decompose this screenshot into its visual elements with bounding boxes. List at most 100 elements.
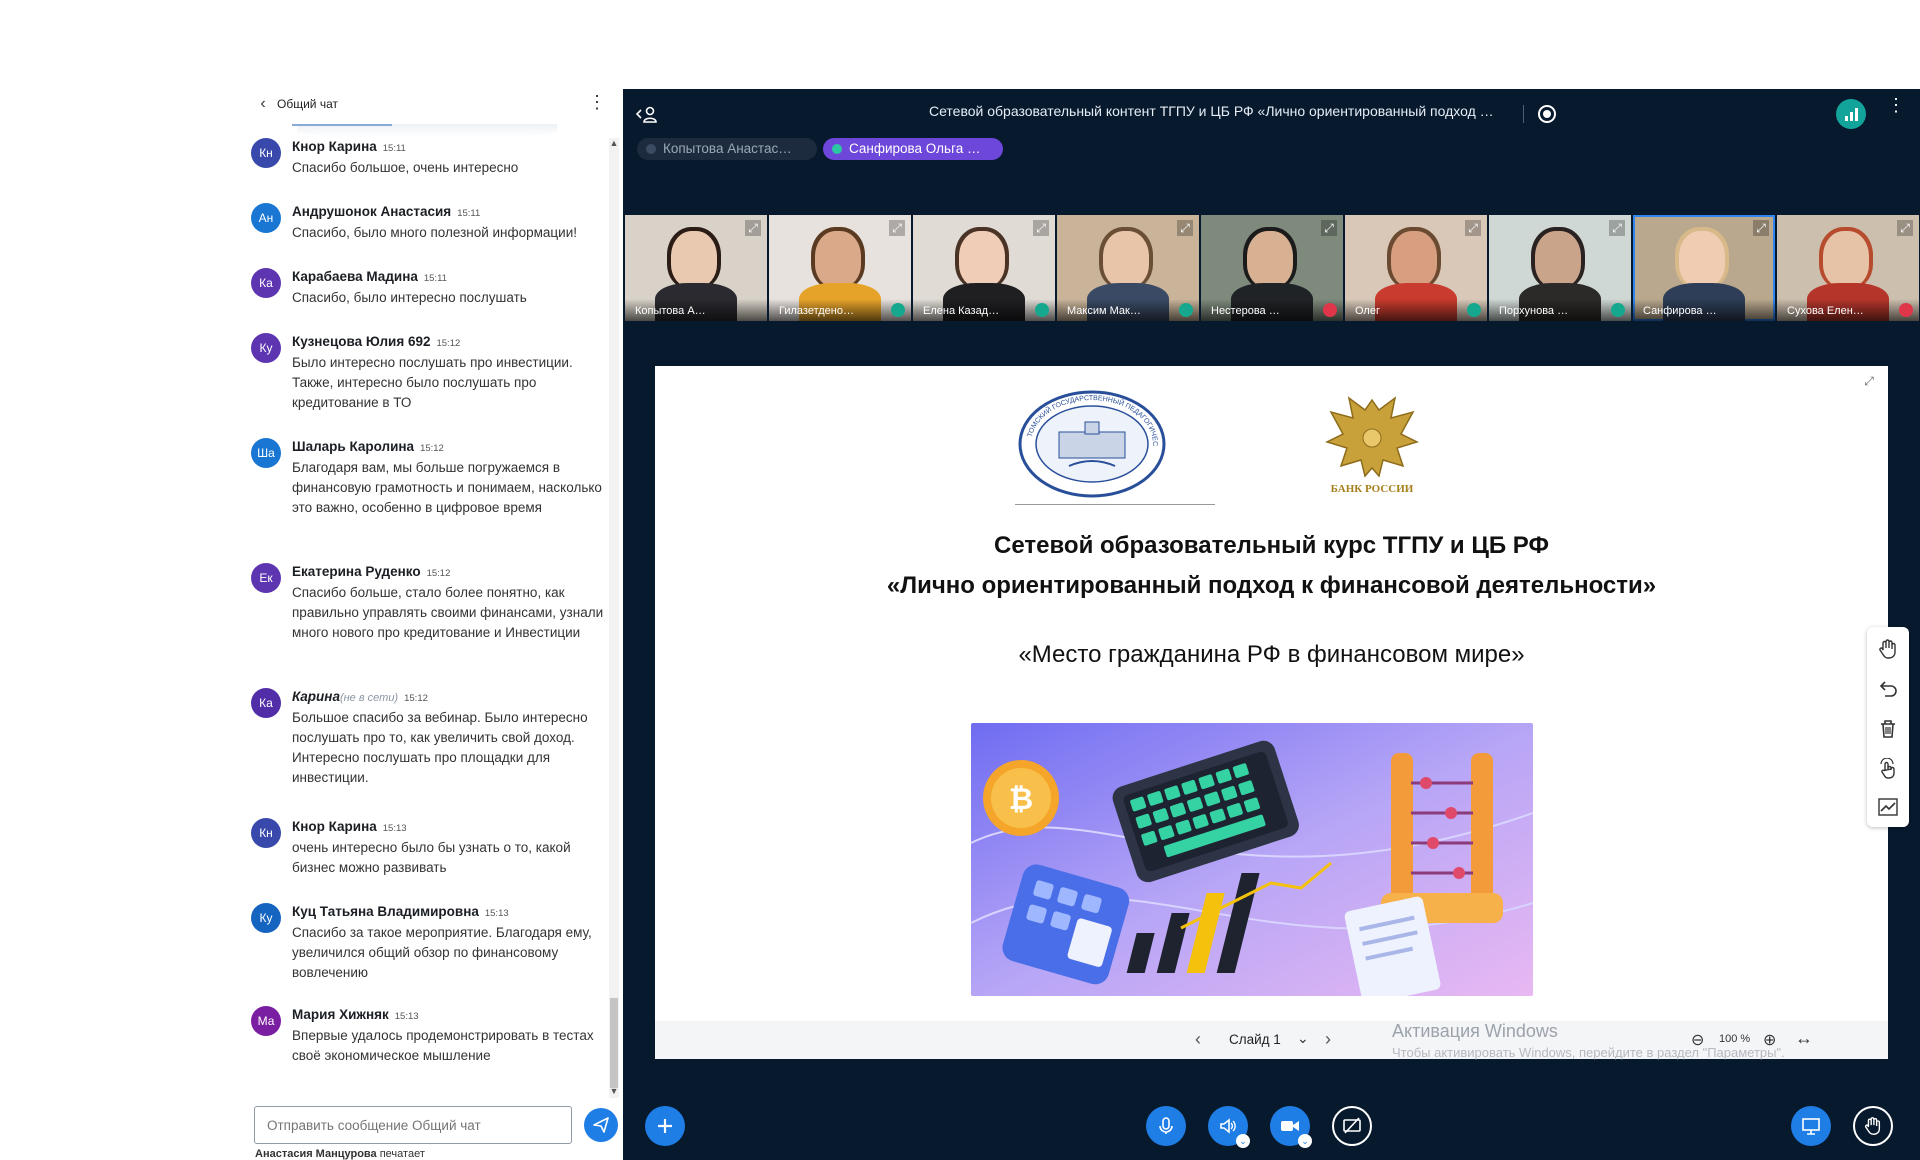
- participant-video-tile[interactable]: ⤢ Санфирова …: [1633, 215, 1775, 321]
- record-icon[interactable]: [1538, 105, 1556, 123]
- chat-scrollbar[interactable]: ▲ ▼: [609, 138, 619, 1098]
- microphone-muted-icon: [1323, 303, 1337, 317]
- avatar[interactable]: Ша: [251, 438, 281, 468]
- tile-label-bar: Санфирова …: [1633, 299, 1775, 321]
- message-time: 15:13: [382, 823, 407, 834]
- expand-tile-icon[interactable]: ⤢: [1321, 220, 1337, 236]
- toggle-userlist-button[interactable]: [635, 103, 659, 127]
- send-button[interactable]: [584, 1108, 618, 1142]
- avatar[interactable]: Ку: [251, 333, 281, 363]
- tgpu-logo: ТОМСКИЙ ГОСУДАРСТВЕННЫЙ ПЕДАГОГИЧЕСКИЙ У…: [1017, 388, 1166, 498]
- scroll-thumb[interactable]: [610, 998, 618, 1088]
- headphones-icon: [1467, 303, 1481, 317]
- raise-hand-icon: [1864, 1117, 1881, 1135]
- fullscreen-icon[interactable]: ⤢: [1860, 374, 1878, 392]
- hand-pan-tool-icon[interactable]: [1874, 635, 1902, 663]
- message-text: Спасибо, было много полезной информации!: [292, 225, 577, 240]
- meeting-title: Сетевой образовательный контент ТГПУ и Ц…: [929, 103, 1499, 119]
- participant-video-tile[interactable]: ⤢ Елена Казад…: [913, 215, 1055, 321]
- conference-panel: Сетевой образовательный контент ТГПУ и Ц…: [623, 89, 1920, 1160]
- message-header: Кнор Карина 15:13: [292, 818, 407, 836]
- more-vertical-icon[interactable]: ⋮: [588, 93, 606, 114]
- message-time: 15:12: [436, 338, 461, 349]
- undo-icon[interactable]: [1874, 675, 1902, 703]
- raise-hand-button[interactable]: [1853, 1106, 1893, 1146]
- slide-select-chevron-icon[interactable]: ⌄: [1297, 1030, 1309, 1047]
- slide-heading-line1: Сетевой образовательный курс ТГПУ и ЦБ Р…: [994, 532, 1549, 559]
- chevron-down-icon[interactable]: ⌄: [1236, 1134, 1250, 1148]
- participant-video-tile[interactable]: ⤢ Максим Мак…: [1057, 215, 1199, 321]
- avatar[interactable]: Кн: [251, 818, 281, 848]
- presenter-name: Копытова Анастас…: [663, 141, 792, 156]
- microphone-button[interactable]: [1146, 1106, 1186, 1146]
- tile-label-bar: Олег: [1345, 299, 1487, 321]
- expand-tile-icon[interactable]: ⤢: [745, 220, 761, 236]
- message-time: 15:13: [484, 908, 509, 919]
- presenter-pill[interactable]: Копытова Анастас…: [637, 138, 817, 160]
- message-author: Кузнецова Юлия 692: [292, 334, 431, 349]
- expand-tile-icon[interactable]: ⤢: [889, 220, 905, 236]
- participant-video-tile[interactable]: ⤢ Нестерова …: [1201, 215, 1343, 321]
- participant-video-tile[interactable]: ⤢ Олег: [1345, 215, 1487, 321]
- chat-message-input[interactable]: [254, 1106, 572, 1144]
- expand-tile-icon[interactable]: ⤢: [1465, 220, 1481, 236]
- multi-user-pointer-icon[interactable]: [1874, 755, 1902, 783]
- participant-face: [1823, 231, 1869, 287]
- avatar[interactable]: Ка: [251, 688, 281, 718]
- tile-label-bar: Копытова А…: [625, 299, 767, 321]
- screen-share-button[interactable]: [1332, 1106, 1372, 1146]
- options-menu-icon[interactable]: ⋮: [1887, 96, 1905, 127]
- avatar[interactable]: Ек: [251, 563, 281, 593]
- windows-activation-hint: Чтобы активировать Windows, перейдите в …: [1392, 1045, 1785, 1060]
- plus-icon: [658, 1119, 672, 1133]
- participant-video-tile[interactable]: ⤢ Гилазетдено…: [769, 215, 911, 321]
- participant-face: [815, 231, 861, 287]
- expand-tile-icon[interactable]: ⤢: [1897, 220, 1913, 236]
- message-author: Куц Татьяна Владимировна: [292, 904, 479, 919]
- message-header: Карина(не в сети) 15:12: [292, 688, 428, 706]
- participant-video-tile[interactable]: ⤢ Порхунова …: [1489, 215, 1631, 321]
- actions-plus-button[interactable]: [645, 1106, 685, 1146]
- message-text: Большое спасибо за вебинар. Было интерес…: [292, 710, 588, 785]
- scroll-up-arrow-icon[interactable]: ▲: [609, 138, 619, 150]
- avatar[interactable]: Ан: [251, 203, 281, 233]
- presentation-toggle-button[interactable]: [1791, 1106, 1831, 1146]
- participant-name: Порхунова …: [1499, 305, 1569, 317]
- chevron-down-icon[interactable]: ⌄: [1298, 1134, 1312, 1148]
- zoom-out-icon[interactable]: ⊖: [1691, 1030, 1704, 1050]
- participant-video-tile[interactable]: ⤢ Копытова А…: [625, 215, 767, 321]
- chat-panel: ‹ Общий чат ⋮ Кн Кнор Карина 15:11 Спасибо …: [237, 88, 622, 1160]
- presenter-pill-active[interactable]: Санфирова Ольга …: [823, 138, 1003, 160]
- chat-title: Общий чат: [277, 97, 338, 111]
- prev-slide-icon[interactable]: ‹: [1195, 1029, 1201, 1050]
- scroll-down-arrow-icon[interactable]: ▼: [609, 1086, 619, 1098]
- audio-button[interactable]: ⌄: [1208, 1106, 1250, 1148]
- avatar[interactable]: Кн: [251, 138, 281, 168]
- slide-number[interactable]: Слайд 1: [1229, 1032, 1281, 1047]
- camera-button[interactable]: ⌄: [1270, 1106, 1312, 1148]
- headphones-icon: [1611, 303, 1625, 317]
- header-divider: [1523, 105, 1524, 123]
- trash-icon[interactable]: [1874, 715, 1902, 743]
- fit-width-icon[interactable]: ↔: [1795, 1028, 1813, 1049]
- expand-tile-icon[interactable]: ⤢: [1033, 220, 1049, 236]
- slide-subtitle: «Место гражданина РФ в финансовом мире»: [1018, 641, 1525, 668]
- chat-header: ‹ Общий чат ⋮: [237, 88, 622, 120]
- avatar[interactable]: Ма: [251, 1006, 281, 1036]
- zoom-in-icon[interactable]: ⊕: [1763, 1030, 1776, 1050]
- chart-tool-icon[interactable]: [1874, 793, 1902, 821]
- expand-tile-icon[interactable]: ⤢: [1609, 220, 1625, 236]
- avatar[interactable]: Ку: [251, 903, 281, 933]
- back-chevron-icon[interactable]: ‹: [251, 92, 275, 116]
- expand-tile-icon[interactable]: ⤢: [1177, 220, 1193, 236]
- participant-face: [1247, 231, 1293, 287]
- avatar[interactable]: Ка: [251, 268, 281, 298]
- participant-face: [671, 231, 717, 287]
- expand-tile-icon[interactable]: ⤢: [1753, 220, 1769, 236]
- message-time: 15:11: [382, 143, 406, 154]
- next-slide-icon[interactable]: ›: [1325, 1029, 1331, 1050]
- participant-video-tile[interactable]: ⤢ Сухова Елен…: [1777, 215, 1919, 321]
- presenter-name: Санфирова Ольга …: [849, 141, 981, 156]
- connection-status-icon[interactable]: [1836, 99, 1866, 129]
- chat-message-list[interactable]: Кн Кнор Карина 15:11 Спасибо большое, очень…: [237, 138, 607, 1140]
